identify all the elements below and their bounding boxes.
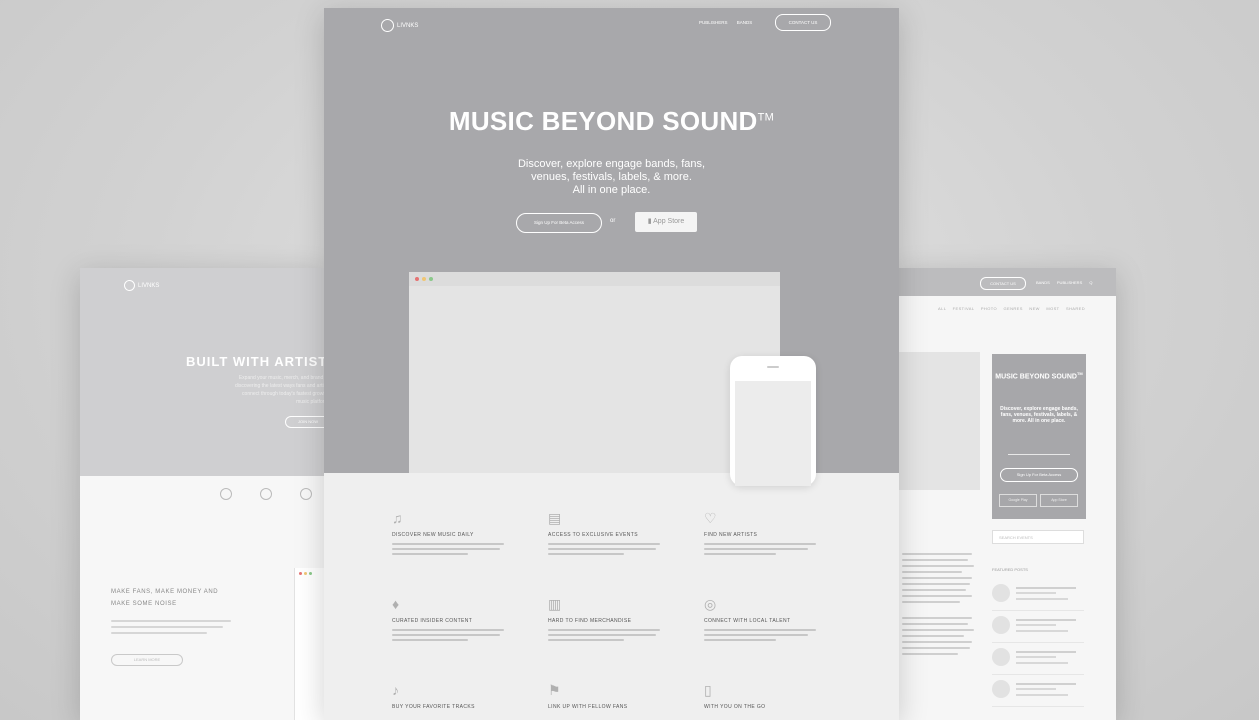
pin-icon [220,488,232,500]
center-logo[interactable]: LIVNKS [381,19,418,32]
logo-circle-icon [124,280,135,291]
feature-item: ♦ CURATED INSIDER CONTENT [392,596,512,644]
nav-publishers-link[interactable]: PUBLISHERS [699,20,728,25]
avatar [992,584,1010,602]
left-hero-section: LIVNKS BUILT WITH ARTISTS Expand your mu… [80,268,325,476]
close-dot-icon [415,277,419,281]
hero-title: MUSIC BEYOND SOUNDTM [448,106,775,136]
browser-titlebar [409,272,780,286]
feature-item: ♡ FIND NEW ARTISTS [704,510,824,558]
check-icon [260,488,272,500]
nav-contact-button[interactable]: CONTACT US [775,14,831,31]
right-top-links[interactable]: BANDS PUBLISHERS Q [1036,280,1092,285]
logo-circle-icon [381,19,394,32]
left-logo[interactable]: LIVNKS [124,280,159,291]
feature-item: ▥ HARD TO FIND MERCHANDISE [548,596,668,644]
right-promo-card: MUSIC BEYOND SOUNDTM Discover, explore e… [992,354,1086,519]
feature-item: ♫ DISCOVER NEW MUSIC DAILY [392,510,512,558]
left-page-mockup: LIVNKS BUILT WITH ARTISTS Expand your mu… [80,268,325,720]
avatar [992,648,1010,666]
feature-title: FIND NEW ARTISTS [704,532,758,538]
feature-item: ◎ CONNECT WITH LOCAL TALENT [704,596,824,644]
right-search-input[interactable]: SEARCH EVENTS [992,530,1084,544]
right-google-play-button[interactable]: Google Play [999,494,1037,507]
left-hero-subtitle: Expand your music, merch, and brand by d… [234,375,325,405]
nav-bands-link[interactable]: BANDS [737,20,753,25]
music-note-icon: ♫ [392,510,403,526]
avatar [992,680,1010,698]
right-image-placeholder [898,352,980,490]
right-filter-nav[interactable]: ALL FESTIVAL PHOTO GENRES NEW MOST SHARE… [938,306,1085,311]
center-page-mockup: LIVNKS PUBLISHERS BANDS CONTACT US MUSIC… [324,8,899,720]
feature-item: ⚑ LINK UP WITH FELLOW FANS [548,682,668,710]
right-card-title: MUSIC BEYOND SOUNDTM [995,371,1083,381]
flag-icon: ⚑ [548,682,561,698]
hero-subtitle: Discover, explore engage bands, fans, ve… [517,158,706,196]
feature-item: ♪ BUY YOUR FAVORITE TRACKS [392,682,512,710]
browser-mockup [409,272,780,473]
right-page-mockup: CONTACT US BANDS PUBLISHERS Q ALL FESTIV… [898,268,1116,720]
left-logo-text: LIVNKS [138,282,160,289]
list-item[interactable] [992,676,1084,707]
shirt-icon: ▥ [548,596,562,612]
phone-screen [735,381,811,486]
right-article-text [902,553,976,659]
location-pin-icon: ◎ [704,596,717,612]
center-nav: PUBLISHERS BANDS [699,20,752,25]
feature-title: HARD TO FIND MERCHANDISE [548,618,632,624]
right-featured-heading: FEATURED POSTS [992,567,1028,572]
center-logo-text: LIVNKS [397,22,419,29]
right-card-divider [1008,454,1070,455]
microphone-icon: ♦ [392,596,400,612]
list-item[interactable] [992,612,1084,643]
right-top-bar: CONTACT US BANDS PUBLISHERS Q [898,268,1116,296]
feature-title: CONNECT WITH LOCAL TALENT [704,618,791,624]
feature-item: ▯ WITH YOU ON THE GO [704,682,824,710]
phone-icon: ▯ [704,682,712,698]
feature-item: ▤ ACCESS TO EXCLUSIVE EVENTS [548,510,668,558]
right-contact-button[interactable]: CONTACT US [980,277,1026,290]
right-app-store-button[interactable]: App Store [1040,494,1078,507]
left-feature-icons [220,488,312,500]
feature-title: WITH YOU ON THE GO [704,704,766,710]
left-section-paragraph [111,620,236,638]
or-text: or [610,218,616,224]
app-store-button[interactable]: ▮ App Store [635,212,697,232]
feature-title: CURATED INSIDER CONTENT [392,618,473,624]
left-section-heading: MAKE FANS, MAKE MONEY AND MAKE SOME NOIS… [111,589,219,607]
phone-speaker [767,366,779,368]
list-item[interactable] [992,580,1084,611]
right-card-subtitle: Discover, explore engage bands, fans, ve… [1000,406,1078,424]
heart-icon: ♡ [704,510,717,526]
headphones-icon: ♪ [392,682,399,698]
feature-title: DISCOVER NEW MUSIC DAILY [392,532,474,538]
left-learn-more-button[interactable]: LEARN MORE [111,654,183,666]
feature-title: ACCESS TO EXCLUSIVE EVENTS [548,532,638,538]
minimize-dot-icon [422,277,426,281]
left-hero-title: BUILT WITH ARTISTS [186,354,325,369]
people-icon [300,488,312,500]
maximize-dot-icon [429,277,433,281]
signup-button[interactable]: Sign Up For Beta Access [516,213,602,233]
list-item[interactable] [992,644,1084,675]
left-mini-browser [294,568,325,720]
feature-title: BUY YOUR FAVORITE TRACKS [392,704,475,710]
ticket-icon: ▤ [548,510,562,526]
apple-icon: ▮ [647,218,652,225]
phone-mockup [730,356,816,486]
right-card-signup-button[interactable]: Sign Up For Beta Access [1000,468,1078,482]
left-join-button[interactable]: JOIN NOW [285,416,325,428]
avatar [992,616,1010,634]
feature-title: LINK UP WITH FELLOW FANS [548,704,628,710]
